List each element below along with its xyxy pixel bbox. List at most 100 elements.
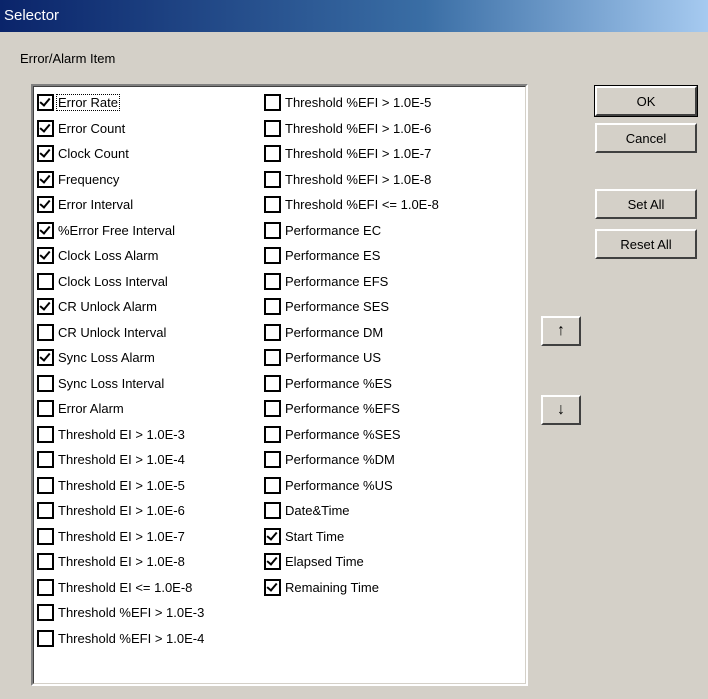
checkbox-unchecked-icon[interactable] (264, 298, 281, 316)
checklist-item[interactable]: Threshold %EFI > 1.0E-5 (264, 90, 440, 116)
checklist-item[interactable]: Threshold EI > 1.0E-7 (37, 524, 205, 550)
checklist-item[interactable]: CR Unlock Alarm (37, 294, 205, 320)
checkbox-unchecked-icon[interactable] (37, 527, 54, 545)
checkbox-checked-icon[interactable] (264, 553, 281, 571)
checkbox-unchecked-icon[interactable] (37, 425, 54, 443)
checklist-item-label: %Error Free Interval (58, 222, 176, 238)
checklist-item-label: Error Interval (58, 197, 134, 213)
checklist-item-label: Performance %DM (285, 452, 395, 468)
checklist-item[interactable]: Threshold EI > 1.0E-4 (37, 447, 205, 473)
checklist-item[interactable]: Error Count (37, 116, 205, 142)
checklist-item[interactable]: Clock Loss Alarm (37, 243, 205, 269)
checkbox-checked-icon[interactable] (37, 221, 54, 239)
checklist-item[interactable]: Sync Loss Alarm (37, 345, 205, 371)
reset-all-button[interactable]: Reset All (595, 229, 697, 259)
checklist-item[interactable]: Performance DM (264, 320, 440, 346)
checkbox-unchecked-icon[interactable] (264, 145, 281, 163)
checkbox-checked-icon[interactable] (37, 145, 54, 163)
checklist-item-label: Threshold EI > 1.0E-6 (58, 503, 185, 519)
checkbox-unchecked-icon[interactable] (264, 272, 281, 290)
checklist-item[interactable]: Threshold %EFI > 1.0E-3 (37, 600, 205, 626)
checklist-item[interactable]: Frequency (37, 167, 205, 193)
checkbox-unchecked-icon[interactable] (37, 629, 54, 647)
checklist-item[interactable]: Threshold %EFI > 1.0E-7 (264, 141, 440, 167)
checklist-item[interactable]: Threshold EI > 1.0E-8 (37, 549, 205, 575)
checklist-item[interactable]: Sync Loss Interval (37, 371, 205, 397)
checkbox-checked-icon[interactable] (37, 298, 54, 316)
move-up-button[interactable]: ↑ (541, 316, 581, 346)
checklist-item[interactable]: Remaining Time (264, 575, 440, 601)
checkbox-unchecked-icon[interactable] (264, 221, 281, 239)
checkbox-unchecked-icon[interactable] (264, 119, 281, 137)
checkbox-checked-icon[interactable] (37, 196, 54, 214)
cancel-button[interactable]: Cancel (595, 123, 697, 153)
checklist-item[interactable]: Performance %ES (264, 371, 440, 397)
checklist-item[interactable]: Error Interval (37, 192, 205, 218)
checklist-item[interactable]: Performance ES (264, 243, 440, 269)
checklist-item[interactable]: Performance US (264, 345, 440, 371)
checkbox-checked-icon[interactable] (37, 170, 54, 188)
checklist-item[interactable]: Performance %SES (264, 422, 440, 448)
checkbox-unchecked-icon[interactable] (37, 476, 54, 494)
checklist-item-label: Performance %SES (285, 426, 401, 442)
set-all-button[interactable]: Set All (595, 189, 697, 219)
checklist-item[interactable]: Performance SES (264, 294, 440, 320)
checklist-item[interactable]: Performance EC (264, 218, 440, 244)
checklist-item[interactable]: Threshold %EFI > 1.0E-6 (264, 116, 440, 142)
checklist-item[interactable]: Threshold %EFI > 1.0E-4 (37, 626, 205, 652)
checklist-item[interactable]: Threshold EI > 1.0E-5 (37, 473, 205, 499)
checkbox-unchecked-icon[interactable] (37, 400, 54, 418)
checklist-item[interactable]: Date&Time (264, 498, 440, 524)
checkbox-unchecked-icon[interactable] (37, 553, 54, 571)
checklist-item-label: CR Unlock Interval (58, 324, 167, 340)
checklist-item[interactable]: Threshold EI > 1.0E-3 (37, 422, 205, 448)
checkbox-unchecked-icon[interactable] (264, 502, 281, 520)
checklist-item[interactable]: Threshold EI <= 1.0E-8 (37, 575, 205, 601)
checkbox-checked-icon[interactable] (264, 578, 281, 596)
checkbox-unchecked-icon[interactable] (264, 451, 281, 469)
checkbox-unchecked-icon[interactable] (264, 374, 281, 392)
checklist-item[interactable]: Performance %DM (264, 447, 440, 473)
checkbox-unchecked-icon[interactable] (264, 349, 281, 367)
ok-button[interactable]: OK (594, 85, 698, 117)
checkbox-unchecked-icon[interactable] (264, 323, 281, 341)
checkbox-checked-icon[interactable] (37, 247, 54, 265)
checklist-item[interactable]: Performance %US (264, 473, 440, 499)
checkbox-checked-icon[interactable] (37, 349, 54, 367)
checkbox-unchecked-icon[interactable] (264, 400, 281, 418)
checklist-item[interactable]: Error Alarm (37, 396, 205, 422)
checklist-item[interactable]: Threshold EI > 1.0E-6 (37, 498, 205, 524)
checkbox-unchecked-icon[interactable] (264, 196, 281, 214)
checklist-item[interactable]: Threshold %EFI <= 1.0E-8 (264, 192, 440, 218)
checkbox-unchecked-icon[interactable] (37, 502, 54, 520)
checkbox-unchecked-icon[interactable] (264, 94, 281, 112)
checklist-item[interactable]: Elapsed Time (264, 549, 440, 575)
checkbox-unchecked-icon[interactable] (37, 451, 54, 469)
checklist-item-label: Error Rate (56, 94, 120, 112)
checkbox-unchecked-icon[interactable] (37, 374, 54, 392)
checklist-item[interactable]: Error Rate (37, 90, 205, 116)
checkbox-unchecked-icon[interactable] (37, 323, 54, 341)
checkbox-checked-icon[interactable] (264, 527, 281, 545)
checklist-item[interactable]: CR Unlock Interval (37, 320, 205, 346)
item-listbox[interactable]: Error Rate Error Count Clock Count Frequenc… (31, 84, 528, 686)
move-down-button[interactable]: ↓ (541, 395, 581, 425)
checklist-item[interactable]: Clock Count (37, 141, 205, 167)
checkbox-unchecked-icon[interactable] (37, 578, 54, 596)
checklist-item[interactable]: Performance %EFS (264, 396, 440, 422)
checklist-item-label: Clock Count (58, 146, 129, 162)
checkbox-unchecked-icon[interactable] (264, 425, 281, 443)
checkbox-unchecked-icon[interactable] (264, 170, 281, 188)
checklist-item-label: Sync Loss Alarm (58, 350, 155, 366)
checkbox-checked-icon[interactable] (37, 94, 54, 112)
checkbox-unchecked-icon[interactable] (264, 476, 281, 494)
checkbox-unchecked-icon[interactable] (37, 272, 54, 290)
checkbox-unchecked-icon[interactable] (264, 247, 281, 265)
checklist-item[interactable]: Start Time (264, 524, 440, 550)
checklist-item[interactable]: Performance EFS (264, 269, 440, 295)
checklist-item[interactable]: %Error Free Interval (37, 218, 205, 244)
checkbox-checked-icon[interactable] (37, 119, 54, 137)
checklist-item[interactable]: Threshold %EFI > 1.0E-8 (264, 167, 440, 193)
checklist-item[interactable]: Clock Loss Interval (37, 269, 205, 295)
checkbox-unchecked-icon[interactable] (37, 604, 54, 622)
